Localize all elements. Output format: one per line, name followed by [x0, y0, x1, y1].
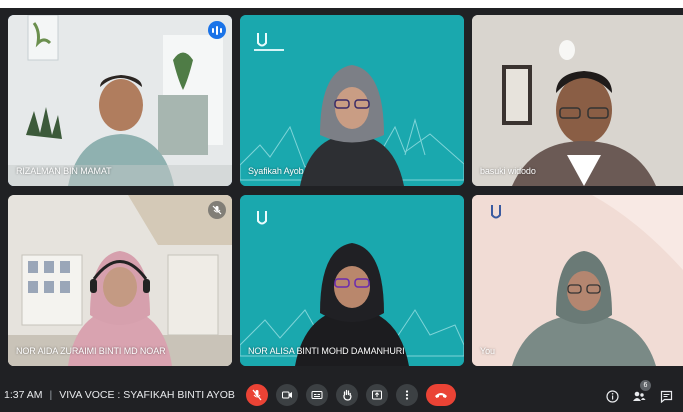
chat-button[interactable] — [656, 386, 676, 406]
separator: | — [49, 389, 53, 401]
people-button[interactable]: 6 — [629, 380, 651, 406]
participant-name: RIZALMAN BIN MAMAT — [16, 166, 112, 176]
info-icon — [605, 389, 619, 403]
video-tile-basuki[interactable]: basuki widodo — [472, 15, 683, 186]
present-icon — [372, 390, 382, 400]
participant-name: You — [480, 346, 495, 356]
meeting-details-button[interactable] — [602, 386, 622, 406]
speaking-indicator-icon — [208, 21, 226, 39]
camera-toggle-button[interactable] — [276, 384, 298, 406]
mic-off-icon — [252, 389, 262, 401]
participant-name: basuki widodo — [480, 166, 536, 176]
participant-video — [472, 15, 683, 186]
captions-button[interactable] — [306, 384, 328, 406]
present-screen-button[interactable] — [366, 384, 388, 406]
people-icon — [633, 391, 646, 401]
participant-count-badge: 6 — [640, 380, 651, 391]
participant-video — [240, 195, 464, 366]
camera-icon — [282, 391, 292, 399]
meeting-info: 1:37 AM | VIVA VOCE : SYAFIKAH BINTI AYOB — [4, 389, 235, 401]
participant-name: Syafikah Ayob — [248, 166, 304, 176]
leave-call-button[interactable] — [426, 384, 456, 406]
more-vert-icon — [405, 390, 409, 400]
participant-video — [472, 195, 683, 366]
participant-video — [8, 195, 232, 366]
more-options-button[interactable] — [396, 384, 418, 406]
meeting-time: 1:37 AM — [4, 389, 43, 401]
meeting-title: VIVA VOCE : SYAFIKAH BINTI AYOB — [59, 389, 235, 401]
raise-hand-button[interactable] — [336, 384, 358, 406]
hang-up-icon — [435, 393, 447, 398]
participant-video — [240, 15, 464, 186]
muted-mic-icon — [208, 201, 226, 219]
mic-toggle-button[interactable] — [246, 384, 268, 406]
video-tile-syafikah[interactable]: Syafikah Ayob — [240, 15, 464, 186]
chat-icon — [660, 390, 672, 403]
participant-name: NOR AIDA ZURAIMI BINTI MD NOAR — [16, 346, 166, 356]
video-tile-self[interactable]: You — [472, 195, 683, 366]
video-tile-nor-aida[interactable]: NOR AIDA ZURAIMI BINTI MD NOAR — [8, 195, 232, 366]
control-bar: 1:37 AM | VIVA VOCE : SYAFIKAH BINTI AYOB — [0, 380, 683, 412]
participant-video — [8, 15, 232, 186]
top-edge — [0, 0, 683, 8]
captions-icon — [311, 391, 323, 399]
meeting-stage: RIZALMAN BIN MAMAT Syafikah Ayob basuki … — [0, 0, 683, 412]
hand-icon — [343, 389, 352, 401]
video-tile-nor-alisa[interactable]: NOR ALISA BINTI MOHD DAMANHURI — [240, 195, 464, 366]
participant-name: NOR ALISA BINTI MOHD DAMANHURI — [248, 346, 405, 356]
video-tile-rizalman[interactable]: RIZALMAN BIN MAMAT — [8, 15, 232, 186]
